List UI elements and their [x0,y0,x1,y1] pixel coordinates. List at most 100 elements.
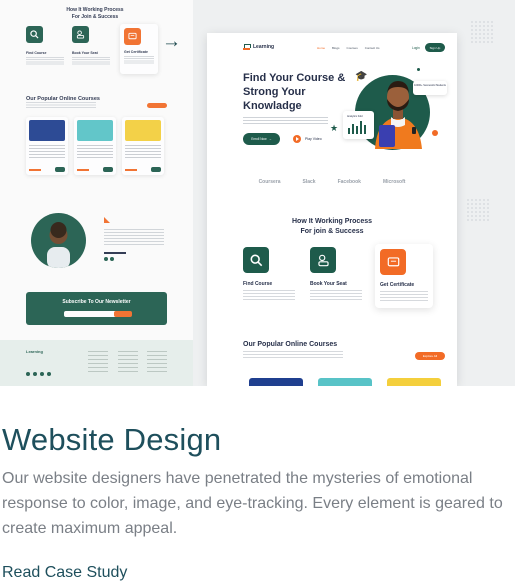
lp-card-certificate: Get Certificate [120,24,158,74]
lp-card-label: Get Certificate [124,50,148,54]
course-thumbnail [318,378,372,386]
graduation-logo-icon [243,44,251,50]
rp-card-label: Book Your Seat [310,281,347,287]
lp-explore-button [147,103,167,108]
rp-play-video: Play Video [293,135,322,143]
placeholder-text [72,57,110,65]
course-thumbnail [29,120,65,141]
left-page-mockup: How It Working Process For Join & Success… [0,0,193,386]
brand-logo: Slack [302,179,316,185]
student-photo [375,81,422,149]
rp-nav-item: Blogs [332,46,340,50]
project-description: Our website designers have penetrated th… [2,470,503,537]
placeholder-text [124,56,154,64]
lp-card-label: Find Course [26,51,47,55]
seat-icon [310,247,336,273]
rp-card-label: Find Course [243,281,273,287]
price-mark [125,169,137,171]
placeholder-text [77,145,113,158]
lp-footer: Learning [0,340,193,386]
placeholder-text [243,290,295,302]
price-mark [29,169,41,171]
brand-logo: Coursera [258,179,281,185]
decor-dot [432,130,438,136]
placeholder-text [310,290,362,302]
arrow-right-icon: → [162,31,181,52]
placeholder-text [125,145,161,158]
star-icon: ★ [330,123,339,133]
rp-logo-text: Learning [253,44,275,50]
rp-logo: Learning [243,44,274,50]
brand-logo: Microsoft [382,179,406,185]
lp-card-find-course: Find Course [26,26,70,72]
lp-card-book-seat: Book Your Seat [72,26,116,72]
course-thumbnail [125,120,161,141]
placeholder-text [380,291,428,303]
footer-column [147,351,167,375]
placeholder-text [26,57,64,65]
brand-logos: Coursera Slack Facebook Microsoft [207,179,457,185]
certificate-icon [124,28,141,45]
course-thumbnail [387,378,441,386]
play-icon [293,135,301,143]
rp-popular-title: Our Popular Online Courses [243,341,338,348]
course-thumbnail [249,378,303,386]
decor-dot [417,68,420,71]
lp-course-card [26,117,68,175]
footer-column [88,351,108,375]
rp-enroll-label: Enroll Now [251,137,267,141]
read-case-study-link[interactable]: Read Case Study [2,564,127,582]
rp-explore-button: Explore All [415,352,445,360]
right-page-mockup: Learning Home Blogs Courses Contact Us L… [207,33,457,386]
certificate-icon [380,249,406,275]
lp-newsletter-button [114,311,132,317]
rp-explore-label: Explore All [422,354,438,358]
dot-pattern [466,198,490,222]
lp-newsletter-title: Subscribe To Our Newsletter [62,299,131,305]
rp-nav-item: Contact Us [364,46,380,50]
rp-login: Login [412,46,420,50]
placeholder-text [104,229,164,247]
brand-logo: Facebook [337,179,361,185]
seat-icon [72,26,89,43]
social-icons [26,372,51,376]
lp-course-button [103,167,113,172]
students-card: 10000+ Successful Students [413,81,447,95]
dot-pattern [470,20,494,44]
lp-how-title: How It Working Process For Join & Success [66,7,124,20]
quote-mark-icon [104,217,110,223]
lp-course-card [74,117,116,175]
rp-card-book-seat: Book Your Seat [310,247,368,313]
analytics-card: Analytics Fold [343,111,374,139]
graduation-cap-icon: 🎓 [355,71,368,82]
rp-nav-item: Courses [346,46,358,50]
rp-play-label: Play Video [305,137,322,141]
rp-card-find-course: Find Course [243,247,301,313]
rp-nav-menu: Home Blogs Courses Contact Us [317,46,380,50]
lp-course-card [122,117,164,175]
rp-signup-button: Sign Up [425,43,445,52]
rp-card-label: Get Certificate [380,282,415,288]
placeholder-text [104,252,126,254]
arrow-icon: → [268,137,272,141]
lp-course-button [151,167,161,172]
analytics-label: Analytics Fold [347,115,363,118]
search-icon [243,247,269,273]
search-icon [26,26,43,43]
placeholder-text [29,145,65,158]
rp-nav-item: Home [317,46,326,50]
lp-card-label: Book Your Seat [72,51,98,55]
placeholder-text [26,102,96,109]
rp-how-title: How It Working Process For join & Success [292,218,372,235]
course-thumbnail [77,120,113,141]
testimonial-photo [31,213,86,268]
project-title: Website Design [2,422,222,457]
lp-course-button [55,167,65,172]
rp-card-certificate: Get Certificate [375,244,433,308]
lp-footer-logo: Learning [26,349,43,354]
lp-newsletter: Subscribe To Our Newsletter [26,292,167,325]
bar-chart-icon [348,121,366,134]
rp-enroll-button: Enroll Now → [243,133,280,145]
slider-dots [104,257,114,261]
footer-column [118,351,138,375]
